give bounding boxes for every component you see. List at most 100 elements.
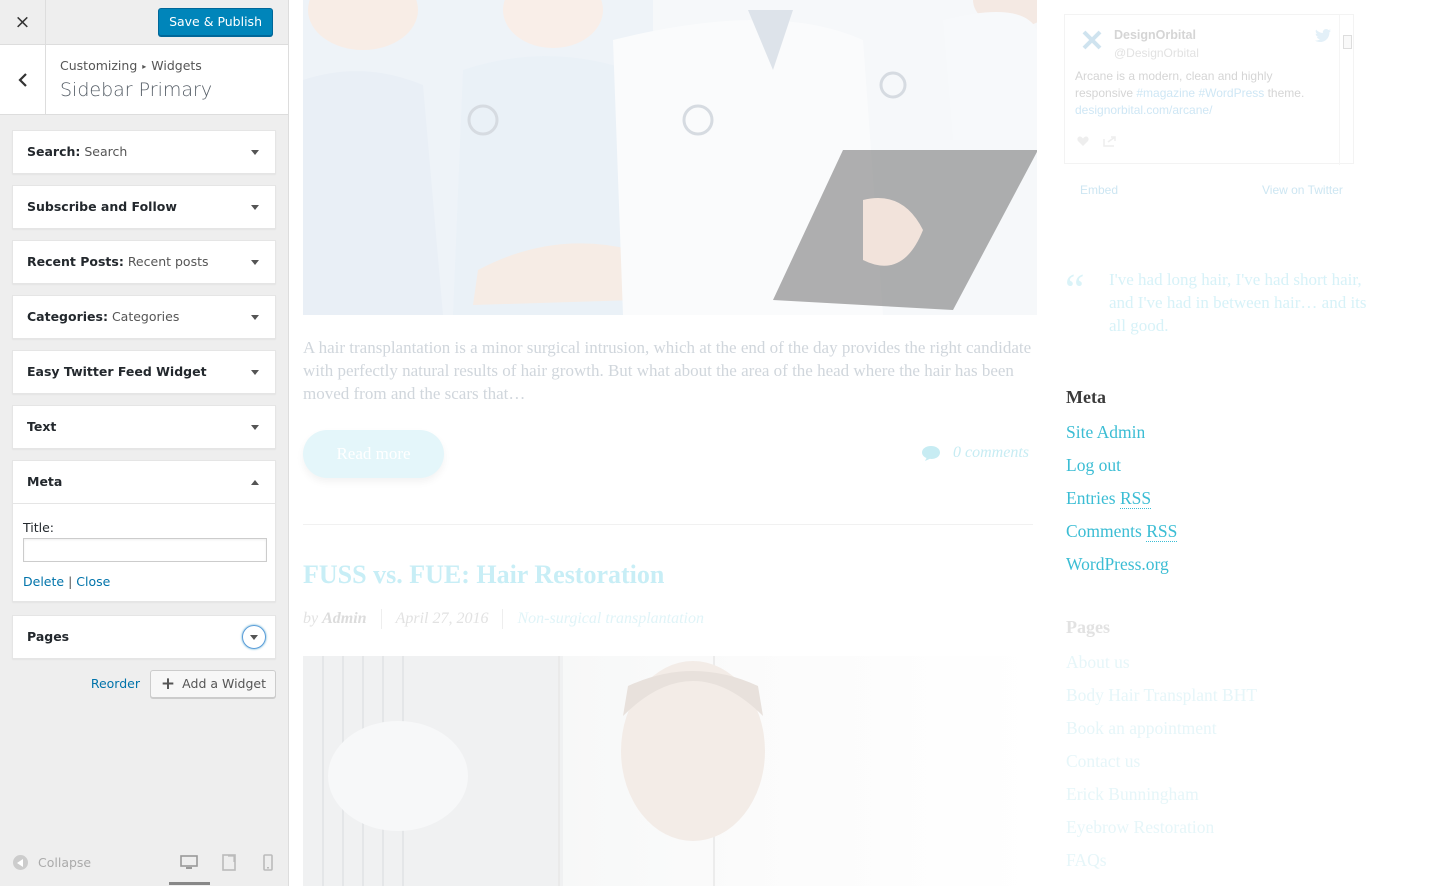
post-author[interactable]: Admin [322,610,366,628]
widget-easy-twitter-feed[interactable]: Easy Twitter Feed Widget [12,350,276,394]
featured-image-man[interactable] [303,656,1037,886]
post-category[interactable]: Non-surgical transplantation [517,610,704,628]
rss-abbr: RSS [1119,488,1152,509]
widget-search[interactable]: Search: Search [12,130,276,174]
tweet-link[interactable]: designorbital.com/arcane/ [1075,103,1212,117]
widget-recent-posts-header[interactable]: Recent Posts: Recent posts [13,241,275,283]
pages-widget-list: About us Body Hair Transplant BHT Book a… [1066,652,1257,883]
add-widget-button[interactable]: + Add a Widget [149,670,276,698]
read-more-button[interactable]: Read more [303,430,444,478]
breadcrumb-widgets: Widgets [151,58,202,73]
widget-instance-title: Recent posts [127,254,209,269]
widget-recent-posts[interactable]: Recent Posts: Recent posts [12,240,276,284]
widget-meta[interactable]: Meta Title: Delete | Close [12,460,276,602]
tablet-preview-icon[interactable] [220,853,238,871]
expand-arrow-icon[interactable] [247,241,263,283]
reorder-button[interactable]: Reorder [91,676,140,691]
expand-arrow-icon[interactable] [247,406,263,448]
breadcrumb: Customizing ▸ Widgets [60,58,202,73]
widget-pages[interactable]: Pages [12,615,276,659]
widget-text[interactable]: Text [12,405,276,449]
heart-icon[interactable] [1077,136,1089,147]
customizer-footer: Collapse [0,841,288,886]
widget-subscribe-follow[interactable]: Subscribe and Follow [12,185,276,229]
widget-text-header[interactable]: Text [13,406,275,448]
embed-link[interactable]: Embed [1080,183,1118,197]
widget-name: Easy Twitter Feed Widget [27,364,207,379]
collapse-icon [13,855,28,870]
twitter-bird-icon [1315,29,1331,42]
expand-arrow-icon[interactable] [242,625,266,649]
widget-name: Subscribe and Follow [27,199,177,214]
controls-divider: | [68,574,73,589]
widget-twitter-header[interactable]: Easy Twitter Feed Widget [13,351,275,393]
plus-icon: + [160,673,176,694]
meta-divider [502,609,504,629]
tweet-hashtag-wordpress[interactable]: #WordPress [1198,86,1264,100]
quote-text: I've had long hair, I've had short hair,… [1109,270,1367,335]
post-excerpt: A hair transplantation is a minor surgic… [303,338,1032,403]
widget-name: Text [27,419,57,434]
widget-categories[interactable]: Categories: Categories [12,295,276,339]
tweet-text: Arcane is a modern, clean and highly res… [1075,68,1325,119]
page-link[interactable]: Body Hair Transplant BHT [1066,685,1257,718]
comments-link[interactable]: 0 comments [921,444,1029,462]
tweet-author-name[interactable]: DesignOrbital [1114,28,1196,42]
expand-arrow-icon[interactable] [247,351,263,393]
widget-meta-header[interactable]: Meta [13,461,275,503]
widget-controls: Delete | Close [23,574,265,589]
customizer-sidebar: × Save & Publish Customizing ▸ Widgets Sid… [0,0,289,886]
page-link[interactable]: About us [1066,652,1257,685]
view-on-twitter-link[interactable]: View on Twitter [1262,183,1343,197]
tweet-hashtag-magazine[interactable]: #magazine [1136,86,1195,100]
save-publish-button[interactable]: Save & Publish [158,8,273,36]
quote-mark-icon: “ [1065,265,1085,314]
widget-search-header[interactable]: Search: Search [13,131,275,173]
meta-site-admin-link[interactable]: Site Admin [1066,422,1177,455]
breadcrumb-customizing: Customizing [60,58,138,73]
widget-name: Search: [27,144,81,159]
meta-log-out-link[interactable]: Log out [1066,455,1177,488]
page-link[interactable]: FAQs [1066,850,1257,883]
expand-arrow-icon[interactable] [247,186,263,228]
chevron-left-icon [17,72,27,87]
collapse-arrow-icon[interactable] [247,461,263,503]
post-meta: by Admin April 27, 2016 Non-surgical tra… [303,609,704,629]
entries-label: Entries [1066,488,1116,508]
share-icon[interactable] [1103,136,1117,147]
page-link[interactable]: Book an appointment [1066,718,1257,751]
timeline-scrollbar[interactable] [1339,15,1353,165]
meta-wordpress-org-link[interactable]: WordPress.org [1066,554,1177,587]
widget-name: Recent Posts: [27,254,124,269]
close-icon[interactable]: × [0,0,46,44]
desktop-preview-icon[interactable] [180,853,198,871]
widget-instance-title: Categories [111,309,180,324]
widget-name: Categories: [27,309,108,324]
title-field[interactable] [23,538,267,562]
widget-pages-header[interactable]: Pages [13,616,275,658]
widget-categories-header[interactable]: Categories: Categories [13,296,275,338]
widget-name: Meta [27,474,63,489]
delete-link[interactable]: Delete [23,574,64,589]
post-title[interactable]: FUSS vs. FUE: Hair Restoration [303,560,664,590]
featured-image-doctors[interactable] [303,0,1037,315]
customizer-screen: × Save & Publish Customizing ▸ Widgets Sid… [0,0,1433,886]
page-link[interactable]: Contact us [1066,751,1257,784]
meta-entries-rss-link[interactable]: Entries RSS [1066,488,1177,521]
site-preview: A hair transplantation is a minor surgic… [289,0,1433,886]
expand-arrow-icon[interactable] [247,131,263,173]
mobile-preview-icon[interactable] [259,853,277,871]
collapse-button[interactable]: Collapse [13,855,91,870]
add-widget-label: Add a Widget [182,676,266,691]
active-device-indicator [169,882,210,885]
widget-subscribe-header[interactable]: Subscribe and Follow [13,186,275,228]
page-link[interactable]: Erick Bunningham [1066,784,1257,817]
comments-count: 0 comments [953,444,1029,461]
comment-icon [922,445,940,461]
tweet-author-handle[interactable]: @DesignOrbital [1114,46,1199,60]
page-link[interactable]: Eyebrow Restoration [1066,817,1257,850]
expand-arrow-icon[interactable] [247,296,263,338]
close-link[interactable]: Close [76,574,110,589]
meta-comments-rss-link[interactable]: Comments RSS [1066,521,1178,554]
back-button[interactable] [0,45,46,114]
